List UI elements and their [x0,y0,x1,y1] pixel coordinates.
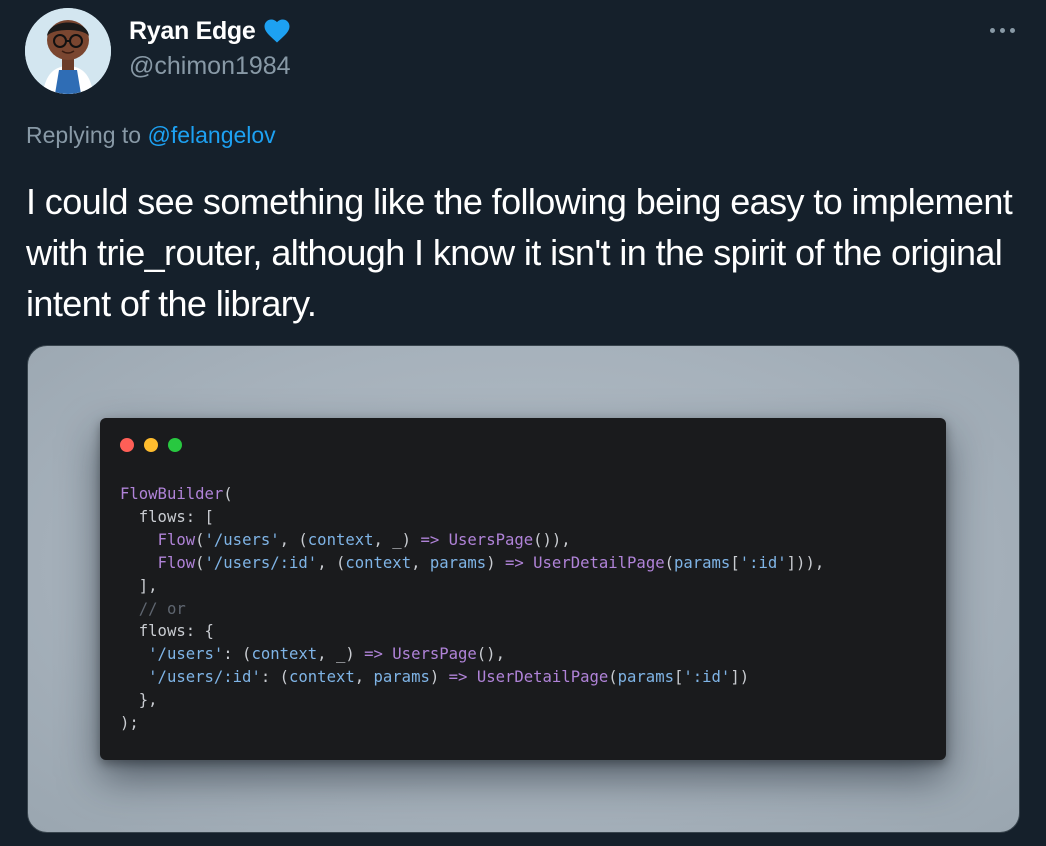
code-window: FlowBuilder( flows: [ Flow('/users', (co… [100,418,946,760]
window-close-dot [120,438,134,452]
code-token: [ [673,668,684,687]
replying-to: Replying to @felangelov [26,122,276,149]
author-handle[interactable]: @chimon1984 [129,52,291,81]
code-token: => [420,530,440,549]
code-token: FlowBuilder [120,485,224,503]
more-dot [990,28,995,33]
code-token: UsersPage [448,530,534,549]
avatar-illustration [25,8,111,94]
code-token: ) [486,553,505,572]
code-token: }, [120,691,158,710]
code-token: Flow [157,530,196,549]
code-token: Flow [157,553,196,572]
more-options-icon[interactable] [988,17,1018,43]
code-token: ( [664,553,674,572]
code-token: ':id' [739,553,787,572]
verified-badge-icon [264,19,289,43]
code-token: ], [120,576,158,595]
code-line: ], [120,575,824,598]
code-token: ( [608,668,618,687]
code-token: flows: { [120,622,214,641]
code-token: params [373,668,430,687]
code-token: , ( [317,553,346,572]
code-line: // or [120,598,824,621]
code-token: ':id' [683,668,731,687]
code-token: '/users/:id' [148,668,261,687]
code-token: // or [120,599,186,618]
code-line: }, [120,689,824,712]
avatar[interactable] [25,8,111,94]
code-token: [ [730,553,740,572]
code-line: FlowBuilder( [120,483,824,506]
code-token: ( [223,485,233,503]
code-token: ); [120,714,139,733]
code-token: params [673,553,731,572]
code-line: Flow('/users', (context, _) => UsersPage… [120,529,824,552]
code-token: => [448,668,468,687]
replying-prefix: Replying to [26,122,148,148]
code-token: ()), [533,530,571,549]
more-dot [1000,28,1005,33]
code-token: => [504,553,524,572]
code-token: , [354,668,374,687]
code-line: '/users/:id': (context, params) => UserD… [120,666,824,689]
code-token: ( [195,553,205,572]
code-token: '/users' [148,645,224,664]
code-token: ) [429,668,449,687]
tweet-text: I could see something like the following… [26,181,1013,324]
code-token: , [411,553,430,572]
code-token: context [307,530,374,549]
code-token: (), [476,645,505,664]
code-token: , _) [317,645,365,664]
code-token: UserDetailPage [476,668,609,687]
code-token: '/users' [204,530,280,549]
code-token: context [289,668,355,687]
code-line: Flow('/users/:id', (context, params) => … [120,552,825,575]
code-token: UsersPage [392,645,477,664]
code-token: params [617,668,674,687]
author-name-row[interactable]: Ryan Edge [129,16,292,46]
code-token: '/users/:id' [204,553,318,572]
code-token: context [345,553,412,572]
code-token: : ( [260,668,290,687]
code-line: flows: { [120,620,824,643]
code-token: context [251,645,318,664]
code-token: : ( [223,645,252,664]
code-token: UserDetailPage [533,553,665,572]
code-line: '/users': (context, _) => UsersPage(), [120,643,824,666]
tweet-media[interactable]: FlowBuilder( flows: [ Flow('/users', (co… [27,345,1020,833]
code-token: ])), [786,553,825,572]
code-line: flows: [ [120,506,824,529]
code-token: params [429,553,487,572]
code-token: ( [195,530,205,549]
window-minimize-dot [144,438,158,452]
code-block: FlowBuilder( flows: [ Flow('/users', (co… [120,483,824,735]
code-token: => [364,645,383,664]
code-token: flows: [ [120,507,214,526]
code-token: ]) [730,668,750,687]
code-token: , ( [279,530,308,549]
mention-link[interactable]: @felangelov [147,122,275,148]
code-token: , _) [373,530,421,549]
more-dot [1010,28,1015,33]
author-display-name[interactable]: Ryan Edge [129,17,256,46]
code-line: ); [120,712,824,735]
window-maximize-dot [168,438,182,452]
